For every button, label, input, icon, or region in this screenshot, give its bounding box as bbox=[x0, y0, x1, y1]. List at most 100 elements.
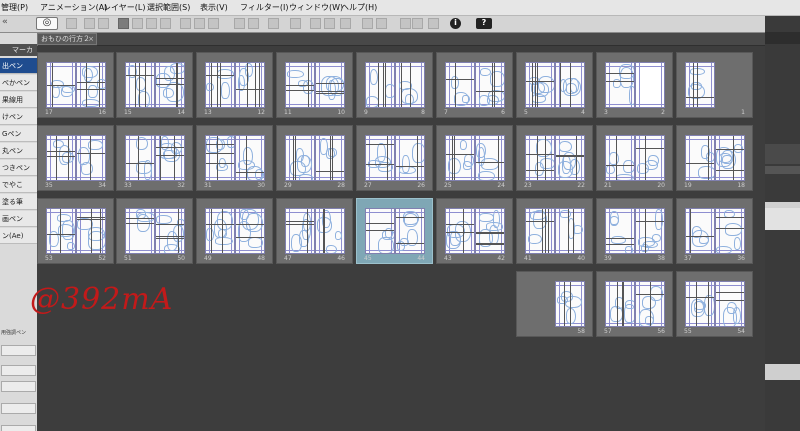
brush-item[interactable]: つきペン bbox=[0, 160, 37, 176]
page-spread[interactable]: 19 18 bbox=[676, 125, 753, 191]
page-spread[interactable]: 49 48 bbox=[196, 198, 273, 264]
brush-item[interactable]: 出ペン bbox=[0, 58, 37, 74]
menu-item[interactable]: ウィンドウ(W) bbox=[289, 2, 343, 13]
sketch-mark bbox=[654, 209, 663, 230]
snap-grid-icon[interactable] bbox=[310, 18, 321, 29]
export-icon[interactable] bbox=[362, 18, 373, 29]
close-icon[interactable]: × bbox=[88, 34, 94, 45]
brush-item[interactable]: ぺかペン bbox=[0, 75, 37, 91]
stabilization-slider[interactable] bbox=[1, 381, 36, 392]
sketch-mark bbox=[319, 138, 329, 155]
trim-guide bbox=[156, 212, 184, 213]
page-spread[interactable]: 15 14 bbox=[116, 52, 193, 118]
panel-border bbox=[536, 136, 538, 180]
page-spread[interactable]: 13 12 bbox=[196, 52, 273, 118]
brush-icon[interactable] bbox=[66, 18, 77, 29]
menu-item[interactable]: 表示(V) bbox=[200, 2, 228, 13]
anti-alias-dropdown[interactable] bbox=[1, 403, 36, 414]
page-spread[interactable]: 53 52 bbox=[37, 198, 114, 264]
trim-guide bbox=[286, 139, 314, 140]
page-spread[interactable]: 27 26 bbox=[356, 125, 433, 191]
page-spread[interactable]: 45 44 bbox=[356, 198, 433, 264]
page-spread[interactable]: 76 bbox=[436, 52, 513, 118]
opacity-slider[interactable] bbox=[1, 365, 36, 376]
page-spread[interactable]: 54 bbox=[516, 52, 593, 118]
brush-item[interactable]: けペン bbox=[0, 109, 37, 125]
panel-border bbox=[416, 136, 418, 180]
menu-item[interactable]: フィルター(I) bbox=[240, 2, 288, 13]
brush-item[interactable]: Gペン bbox=[0, 126, 37, 142]
menu-item[interactable]: 選択範囲(S) bbox=[147, 2, 190, 13]
page-spread[interactable]: 1 bbox=[676, 52, 753, 118]
collapse-left-icon[interactable]: « bbox=[2, 17, 8, 27]
shape-icon[interactable] bbox=[376, 18, 387, 29]
redo-icon[interactable] bbox=[98, 18, 109, 29]
line-icon[interactable] bbox=[340, 18, 351, 29]
copy-icon[interactable] bbox=[146, 18, 157, 29]
page-spread[interactable]: 43 42 bbox=[436, 198, 513, 264]
page-spread[interactable]: 25 24 bbox=[436, 125, 513, 191]
page-spread[interactable]: 41 40 bbox=[516, 198, 593, 264]
page-spread[interactable]: 35 34 bbox=[37, 125, 114, 191]
app-logo-icon[interactable]: ◎ bbox=[36, 17, 58, 30]
page-spread[interactable]: 57 56 bbox=[596, 271, 673, 337]
panel-border bbox=[236, 88, 264, 90]
eraser-icon[interactable] bbox=[248, 18, 259, 29]
transform-icon[interactable] bbox=[208, 18, 219, 29]
page-spread[interactable]: 98 bbox=[356, 52, 433, 118]
panel-border bbox=[494, 63, 496, 107]
page-spread[interactable]: 37 36 bbox=[676, 198, 753, 264]
brush-item[interactable]: 丸ペン bbox=[0, 143, 37, 159]
menu-item[interactable]: アニメーション(A) bbox=[40, 2, 107, 13]
invert-selection-icon[interactable] bbox=[194, 18, 205, 29]
page-spread[interactable]: 21 20 bbox=[596, 125, 673, 191]
page-spread[interactable]: 33 32 bbox=[116, 125, 193, 191]
color-swatch-icon[interactable] bbox=[428, 18, 439, 29]
undo-icon[interactable] bbox=[84, 18, 95, 29]
page-number: 3 bbox=[604, 109, 608, 116]
page-spread[interactable]: 47 46 bbox=[276, 198, 353, 264]
panel-border bbox=[491, 63, 493, 107]
print-icon[interactable] bbox=[400, 18, 411, 29]
snap-special-ruler-icon[interactable] bbox=[324, 18, 335, 29]
fill-icon[interactable] bbox=[234, 18, 245, 29]
panel-border bbox=[531, 63, 533, 107]
trim-guide bbox=[606, 139, 634, 140]
menu-item[interactable]: ヘルプ(H) bbox=[341, 2, 377, 13]
page-thumbnail bbox=[605, 281, 635, 327]
paste-icon[interactable] bbox=[160, 18, 171, 29]
grid-icon[interactable] bbox=[290, 18, 301, 29]
brush-item[interactable]: でやこ bbox=[0, 177, 37, 193]
cut-icon[interactable] bbox=[132, 18, 143, 29]
brush-item[interactable]: ン(Ae) bbox=[0, 228, 37, 244]
chevron-down-icon[interactable] bbox=[412, 18, 423, 29]
brush-item[interactable]: 画ペン bbox=[0, 211, 37, 227]
document-tab[interactable]: おもひの行方２ × bbox=[37, 33, 97, 45]
page-spread[interactable]: 58 bbox=[516, 271, 593, 337]
page-spread[interactable]: 32 bbox=[596, 52, 673, 118]
page-spread[interactable]: 17 16 bbox=[37, 52, 114, 118]
brush-tip-selector[interactable] bbox=[1, 425, 36, 431]
clear-icon[interactable] bbox=[118, 18, 129, 29]
brush-size-slider[interactable] bbox=[1, 345, 36, 356]
page-spread[interactable]: 51 50 bbox=[116, 198, 193, 264]
page-number: 7 bbox=[444, 109, 448, 116]
page-spread[interactable]: 11 10 bbox=[276, 52, 353, 118]
snap-ruler-icon[interactable] bbox=[268, 18, 279, 29]
page-number: 56 bbox=[657, 328, 665, 335]
deselect-icon[interactable] bbox=[180, 18, 191, 29]
menu-item[interactable]: レイヤー(L) bbox=[103, 2, 145, 13]
sub-tool-header: マーカ bbox=[0, 44, 37, 56]
info-icon[interactable]: i bbox=[450, 18, 461, 29]
page-thumbnail bbox=[285, 62, 315, 108]
page-thumbnail bbox=[635, 135, 665, 181]
page-spread[interactable]: 31 30 bbox=[196, 125, 273, 191]
page-spread[interactable]: 39 38 bbox=[596, 198, 673, 264]
brush-item[interactable]: 果線用 bbox=[0, 92, 37, 108]
menu-item[interactable]: 管理(P) bbox=[1, 2, 28, 13]
page-spread[interactable]: 55 54 bbox=[676, 271, 753, 337]
brush-item[interactable]: 塗る筆 bbox=[0, 194, 37, 210]
help-icon[interactable]: ? bbox=[476, 18, 492, 29]
page-spread[interactable]: 23 22 bbox=[516, 125, 593, 191]
page-spread[interactable]: 29 28 bbox=[276, 125, 353, 191]
